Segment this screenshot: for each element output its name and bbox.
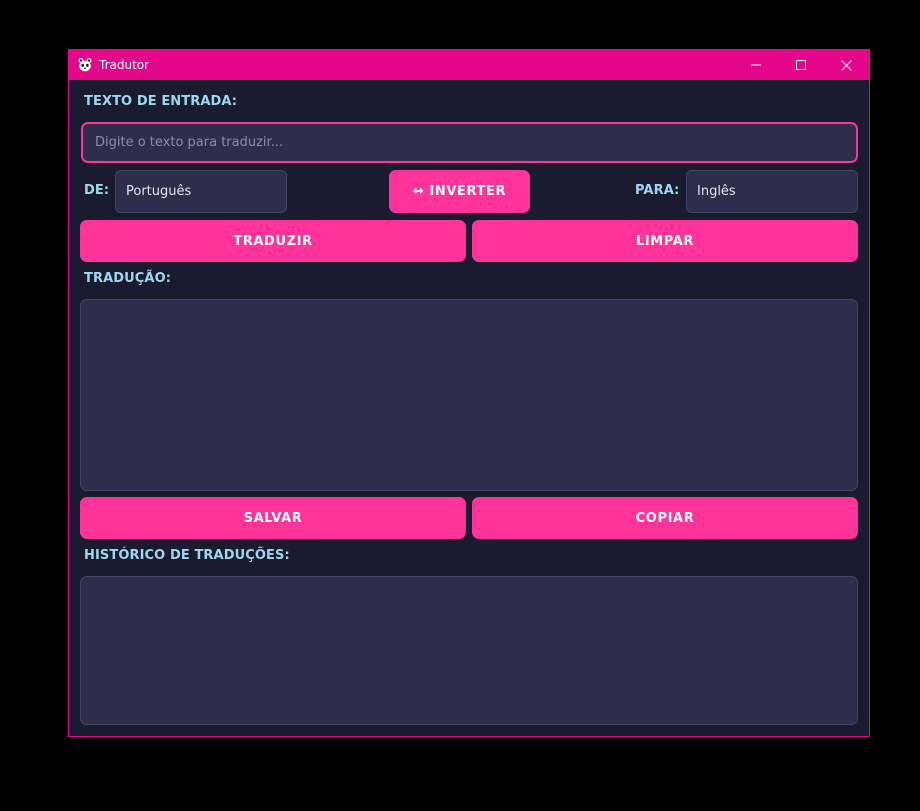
history-label: HISTÓRICO DE TRADUÇÕES: — [84, 548, 290, 563]
clear-button[interactable]: LIMPAR — [472, 220, 858, 262]
swap-languages-button[interactable]: ↔ INVERTER — [389, 170, 530, 213]
input-label: TEXTO DE ENTRADA: — [84, 94, 238, 109]
source-text-input[interactable] — [81, 122, 858, 163]
minimize-button[interactable] — [733, 50, 778, 80]
close-icon — [841, 59, 852, 71]
panda-icon — [78, 57, 92, 72]
to-language-label: PARA: — [635, 183, 680, 198]
from-language-select[interactable]: Português — [115, 170, 287, 213]
translation-label: TRADUÇÃO: — [84, 271, 172, 286]
close-button[interactable] — [824, 50, 869, 80]
maximize-button[interactable] — [778, 50, 823, 80]
title-bar[interactable]: Tradutor — [69, 50, 869, 80]
save-button[interactable]: SALVAR — [80, 497, 466, 539]
history-list[interactable] — [80, 576, 858, 725]
maximize-icon — [795, 60, 806, 70]
to-language-select[interactable]: Inglês — [686, 170, 858, 213]
window-title: Tradutor — [99, 58, 150, 72]
app-window: Tradutor TEXTO DE ENTRADA: DE: Português… — [68, 49, 870, 737]
translation-output[interactable] — [80, 299, 858, 491]
to-language-value: Inglês — [697, 184, 736, 199]
minimize-icon — [750, 64, 761, 66]
translate-button[interactable]: TRADUZIR — [80, 220, 466, 262]
copy-button[interactable]: COPIAR — [472, 497, 858, 539]
from-language-value: Português — [126, 184, 192, 199]
from-language-label: DE: — [84, 183, 110, 198]
